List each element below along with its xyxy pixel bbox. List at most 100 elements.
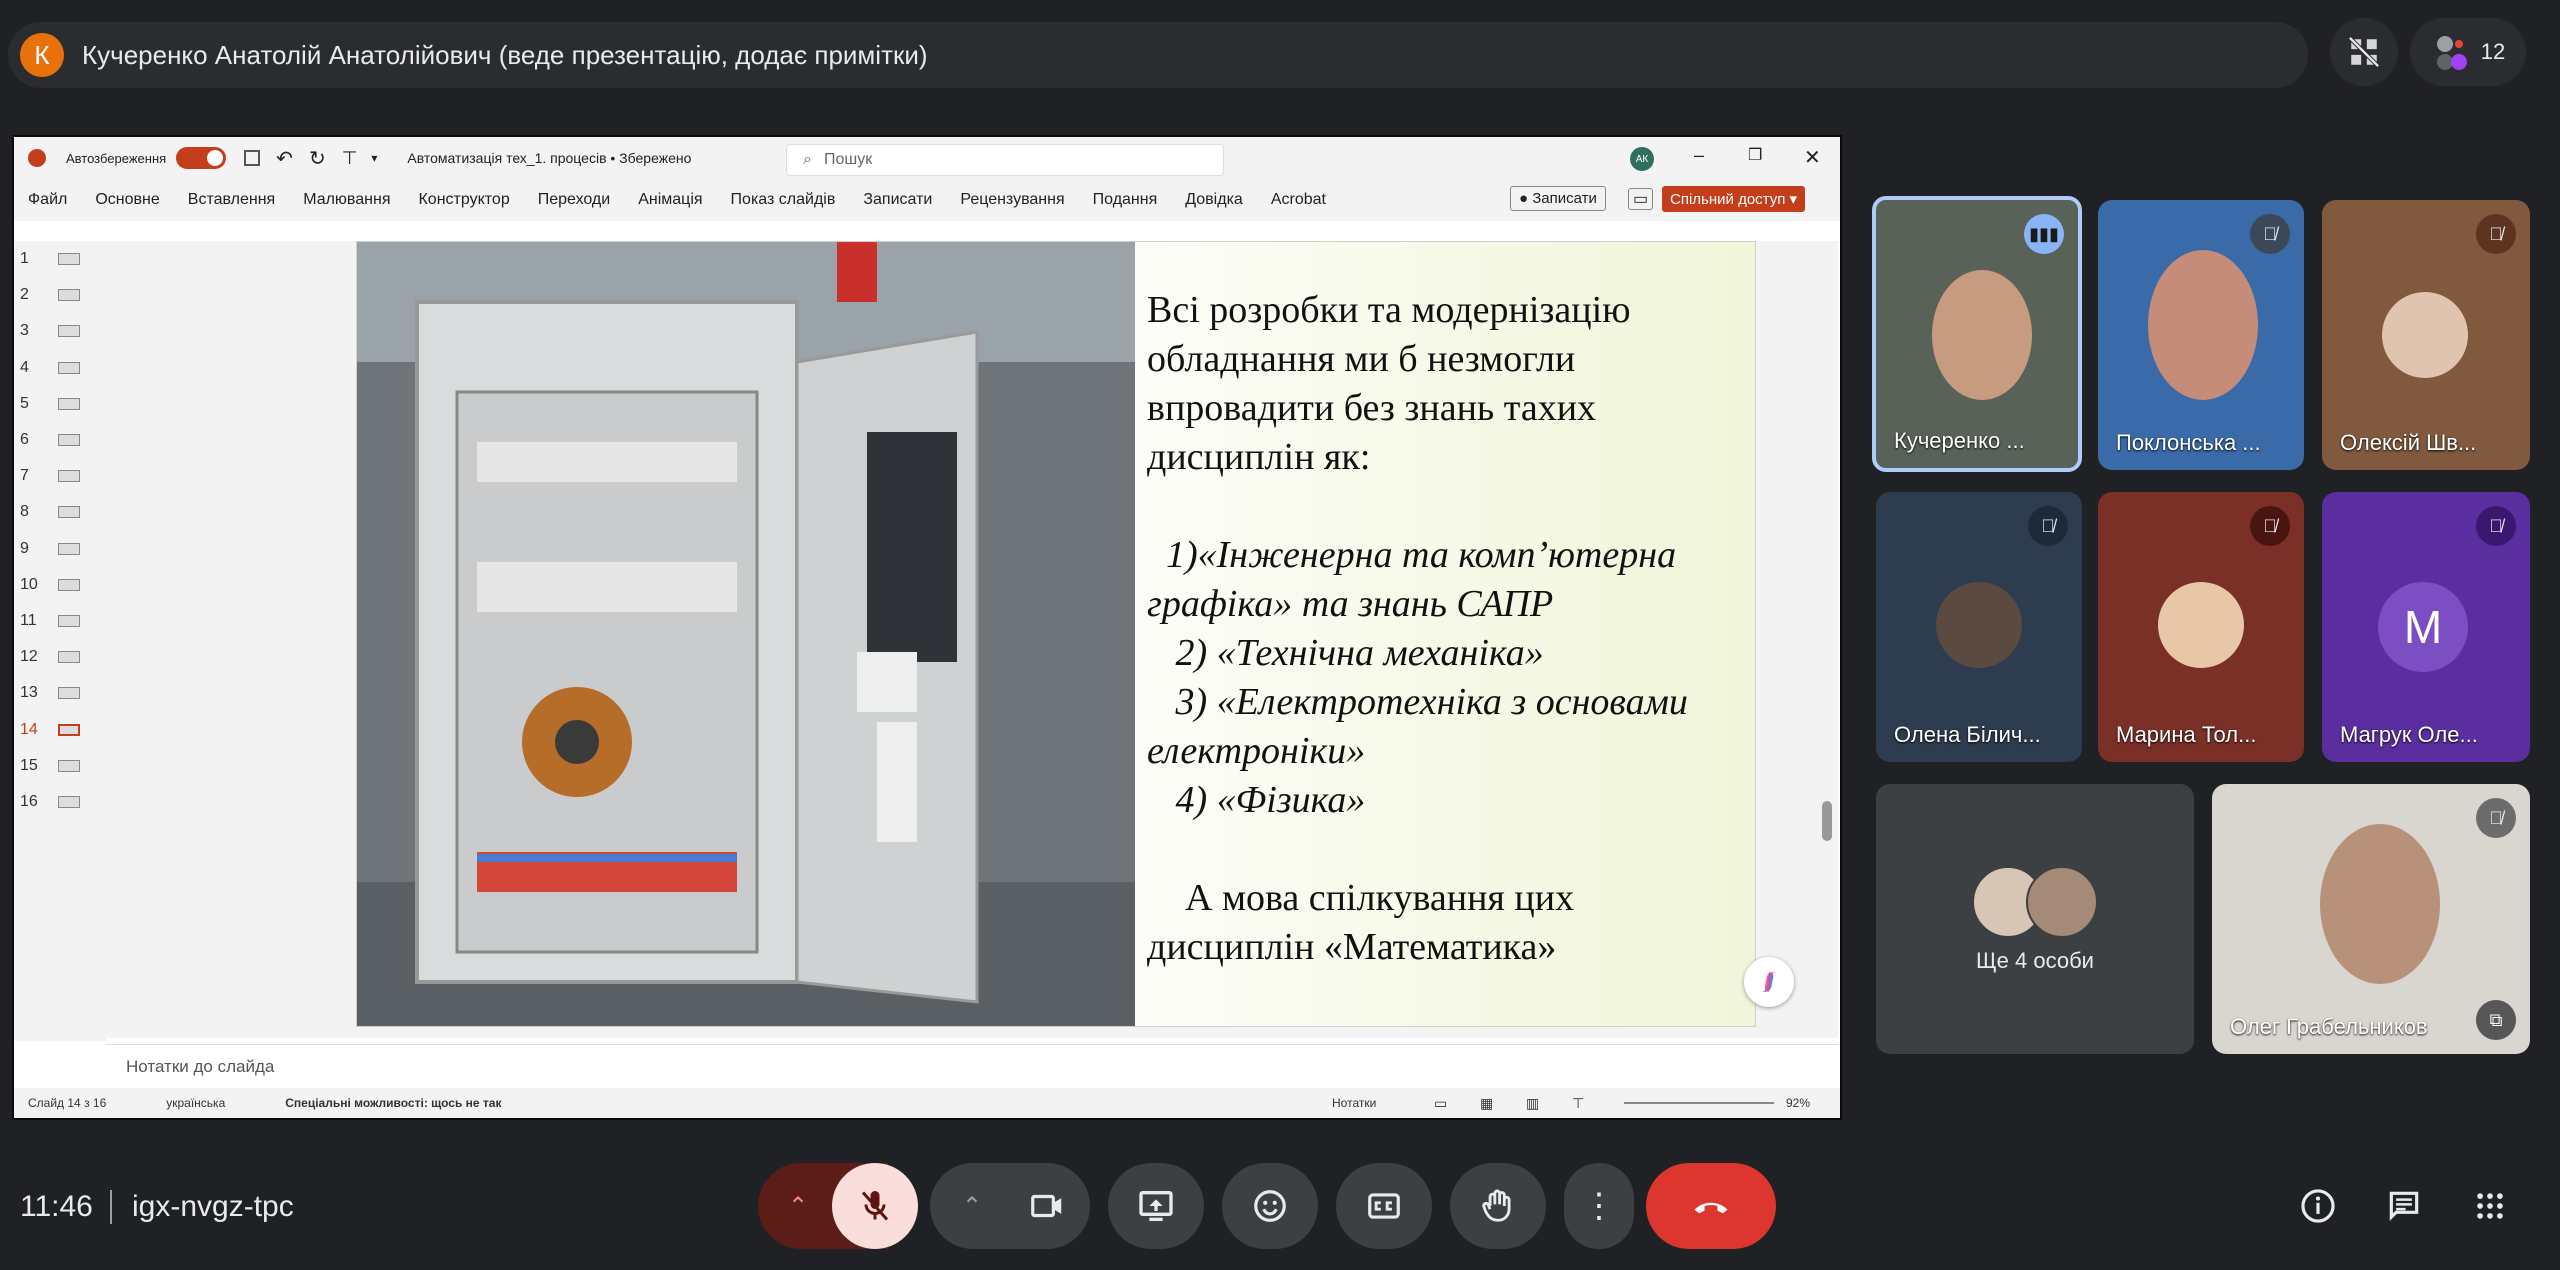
participant-tile[interactable]: 🎙̸ Поклонська ...	[2098, 200, 2304, 470]
participants-count: 12	[2480, 39, 2506, 64]
slide-line: електроніки»	[1147, 730, 1366, 772]
document-title[interactable]: Автоматизація тех_1. процесів • Збережен…	[407, 150, 691, 166]
slide-thumb[interactable]: 8	[14, 494, 106, 530]
slide-thumb[interactable]: 5	[14, 386, 106, 422]
picture-in-picture-icon[interactable]: ⧉	[2476, 1000, 2516, 1040]
participant-tile[interactable]: М 🎙̸ Магрук Оле...	[2322, 492, 2530, 762]
sorter-view-icon[interactable]: ▦	[1480, 1095, 1493, 1112]
tab-insert[interactable]: Вставлення	[188, 191, 275, 209]
slide-thumb[interactable]: 12	[14, 639, 106, 675]
slide-thumb[interactable]: 13	[14, 675, 106, 711]
accessibility-status[interactable]: Спеціальні можливості: щось не так	[285, 1096, 501, 1110]
mic-off-icon: 🎙̸	[2250, 506, 2290, 546]
undo-icon[interactable]: ↶	[276, 146, 293, 171]
slide-line	[1147, 825, 1747, 874]
participant-tile[interactable]: 🎙̸ Олег Грабельников ⧉	[2212, 784, 2530, 1054]
speaking-indicator-icon: ▮▮▮	[2024, 214, 2064, 254]
mic-off-icon: 🎙̸	[2476, 506, 2516, 546]
presenter-avatar: К	[20, 33, 64, 77]
activities-button[interactable]	[2466, 1182, 2514, 1230]
close-icon[interactable]: ✕	[1804, 145, 1821, 170]
powerpoint-logo-icon	[28, 149, 46, 167]
slide-thumb[interactable]: 11	[14, 603, 106, 639]
present-screen-icon	[1139, 1191, 1173, 1221]
reactions-button[interactable]	[1222, 1163, 1318, 1249]
chat-button[interactable]	[2380, 1182, 2428, 1230]
restore-icon[interactable]: ❐	[1748, 145, 1762, 165]
minimize-icon[interactable]: –	[1694, 145, 1704, 166]
user-avatar[interactable]: АК	[1630, 147, 1654, 171]
more-options-button[interactable]: ⋮	[1564, 1163, 1634, 1249]
participants-button[interactable]: 12	[2410, 18, 2526, 86]
slide-thumb[interactable]: 4	[14, 350, 106, 386]
participant-tile-speaking[interactable]: ▮▮▮ Кучеренко ...	[1872, 196, 2082, 472]
zoom-level[interactable]: 92%	[1786, 1096, 1810, 1110]
customize-toolbar-icon[interactable]: ▾	[371, 151, 377, 165]
comments-icon[interactable]: ▭	[1628, 188, 1654, 210]
present-screen-button[interactable]	[1108, 1163, 1204, 1249]
hide-tiles-button[interactable]	[2330, 18, 2398, 86]
slide-thumb[interactable]: 6	[14, 422, 106, 458]
tab-animations[interactable]: Анімація	[638, 191, 702, 209]
save-icon[interactable]	[244, 150, 261, 166]
tab-review[interactable]: Рецензування	[960, 191, 1064, 209]
current-slide[interactable]: Всі розробки та модернізацію обладнання …	[356, 241, 1756, 1027]
status-bar: Слайд 14 з 16 українська Спеціальні можл…	[14, 1088, 1840, 1118]
copilot-icon[interactable]	[1744, 957, 1794, 1007]
tab-slideshow[interactable]: Показ слайдів	[731, 191, 836, 209]
meeting-details-button[interactable]	[2294, 1182, 2342, 1230]
tab-help[interactable]: Довідка	[1185, 191, 1243, 209]
zoom-slider[interactable]	[1624, 1102, 1774, 1104]
captions-button[interactable]	[1336, 1163, 1432, 1249]
vertical-scrollbar[interactable]	[1822, 241, 1832, 1031]
tab-view[interactable]: Подання	[1093, 191, 1158, 209]
slide-thumb[interactable]: 7	[14, 458, 106, 494]
slide-thumb[interactable]: 1	[14, 241, 106, 277]
slide-line: дисциплін як:	[1147, 436, 1371, 478]
record-button[interactable]: ● Записати	[1510, 186, 1606, 211]
tab-file[interactable]: Файл	[28, 191, 67, 209]
redo-icon[interactable]: ↻	[309, 146, 326, 171]
normal-view-icon[interactable]: ▭	[1434, 1095, 1447, 1112]
slide-thumb[interactable]: 3	[14, 313, 106, 349]
tab-acrobat[interactable]: Acrobat	[1271, 191, 1326, 209]
slideshow-view-icon[interactable]: ⊤	[1572, 1095, 1584, 1112]
raise-hand-button[interactable]	[1450, 1163, 1546, 1249]
tab-transitions[interactable]: Переходи	[538, 191, 610, 209]
slide-thumb[interactable]: 9	[14, 531, 106, 567]
tab-record[interactable]: Записати	[863, 191, 932, 209]
hand-icon	[1482, 1189, 1511, 1222]
participant-tile[interactable]: 🎙̸ Олена Білич...	[1876, 492, 2082, 762]
search-input[interactable]: ⌕ Пошук	[786, 144, 1224, 176]
video-camera-icon	[1031, 1194, 1062, 1218]
present-icon[interactable]: ⊤	[342, 148, 358, 169]
participant-tile[interactable]: 🎙̸ Олексій Шв...	[2322, 200, 2530, 470]
participant-tile[interactable]: 🎙̸ Марина Тол...	[2098, 492, 2304, 762]
share-button[interactable]: Спільний доступ ▾	[1662, 186, 1806, 212]
slide-thumb[interactable]: 16	[14, 784, 106, 820]
notes-pane[interactable]: Нотатки до слайда	[106, 1044, 1838, 1088]
tab-draw[interactable]: Малювання	[303, 191, 390, 209]
reading-view-icon[interactable]: ▥	[1526, 1095, 1539, 1112]
slide-thumb[interactable]: 15	[14, 748, 106, 784]
camera-button[interactable]	[1004, 1163, 1090, 1249]
slide-line: впровадити без знань тахих	[1147, 387, 1597, 429]
slide-body-text[interactable]: Всі розробки та модернізацію обладнання …	[1147, 286, 1747, 972]
autosave-toggle[interactable]	[176, 147, 227, 169]
microphone-button[interactable]	[832, 1163, 918, 1249]
search-icon: ⌕	[803, 151, 812, 168]
language[interactable]: українська	[166, 1096, 225, 1110]
grid-off-icon	[2348, 36, 2380, 68]
slide-thumb[interactable]: 2	[14, 277, 106, 313]
tab-design[interactable]: Конструктор	[418, 191, 509, 209]
end-call-icon	[1694, 1202, 1728, 1214]
info-icon	[2301, 1189, 2335, 1223]
slide-thumb[interactable]: 10	[14, 567, 106, 603]
leave-call-button[interactable]	[1646, 1163, 1776, 1249]
tab-home[interactable]: Основне	[95, 191, 159, 209]
more-vert-icon: ⋮	[1582, 1187, 1616, 1225]
more-participants-tile[interactable]: Ще 4 особи	[1876, 784, 2194, 1054]
slide-thumb-active[interactable]: 14	[14, 711, 106, 747]
participant-video	[1932, 270, 2032, 400]
notes-toggle[interactable]: Нотатки	[1332, 1096, 1376, 1110]
